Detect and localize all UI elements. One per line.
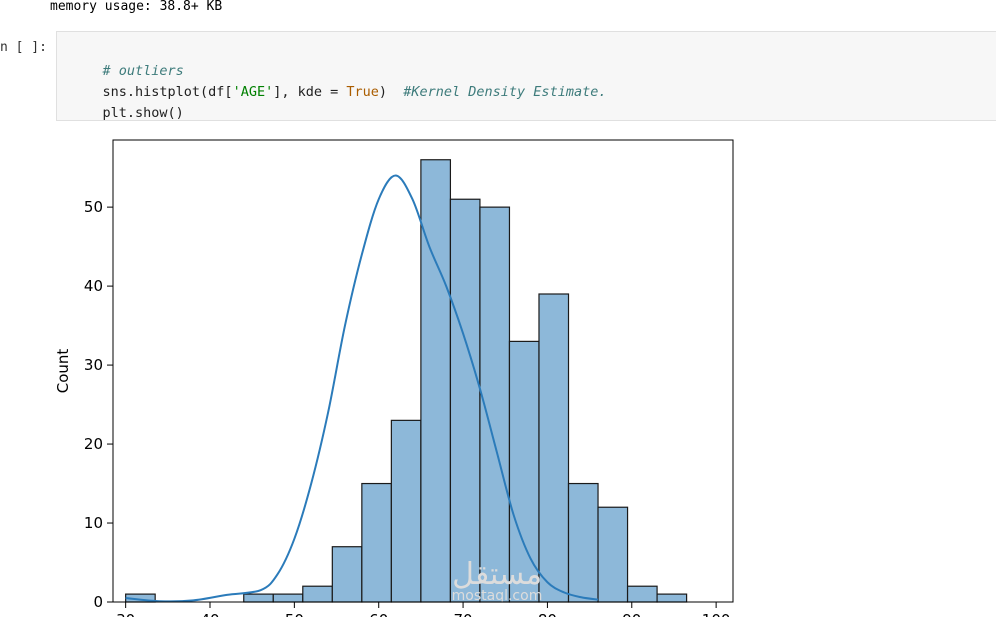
- y-tick-label: 50: [84, 198, 103, 216]
- histogram-bar: [656, 593, 688, 603]
- y-tick-label: 20: [84, 435, 103, 453]
- x-tick-label: 30: [116, 611, 135, 617]
- histogram-bar: [420, 159, 452, 603]
- x-tick-label: 40: [200, 611, 219, 617]
- histogram-bar: [449, 198, 481, 603]
- x-tick-label: 100: [702, 611, 731, 617]
- x-axis: 30 40 50 60 70 80 90 100: [116, 602, 730, 617]
- x-tick-label: 80: [538, 611, 557, 617]
- histogram-bar: [390, 419, 422, 603]
- watermark-arabic: مستقل: [452, 557, 542, 592]
- histogram-bar: [361, 482, 392, 603]
- histogram-bar: [331, 546, 363, 603]
- histogram-bar: [302, 585, 333, 603]
- histogram-bar: [538, 293, 570, 603]
- histogram-bar: [567, 482, 599, 603]
- y-axis: 0 10 20 30 40 50: [84, 198, 113, 611]
- x-tick-label: 50: [285, 611, 304, 617]
- histogram-bar: [272, 593, 304, 603]
- y-axis-title: Count: [54, 349, 72, 394]
- x-tick-label: 90: [622, 611, 641, 617]
- y-tick-label: 30: [84, 356, 103, 374]
- y-tick-label: 40: [84, 277, 103, 295]
- y-tick-label: 0: [93, 593, 103, 611]
- watermark: مستقل mostaql.com: [452, 557, 543, 604]
- bars-group: [125, 159, 688, 603]
- histogram-bar: [243, 593, 274, 603]
- y-tick-label: 10: [84, 514, 103, 532]
- histogram-bar: [597, 506, 629, 603]
- x-tick-label: 70: [454, 611, 473, 617]
- histogram-chart: مستقل mostaql.com 0 10 20 30 40 50 30 40 50 60 70…: [54, 139, 734, 617]
- histogram-bar: [626, 585, 658, 603]
- x-tick-label: 60: [369, 611, 388, 617]
